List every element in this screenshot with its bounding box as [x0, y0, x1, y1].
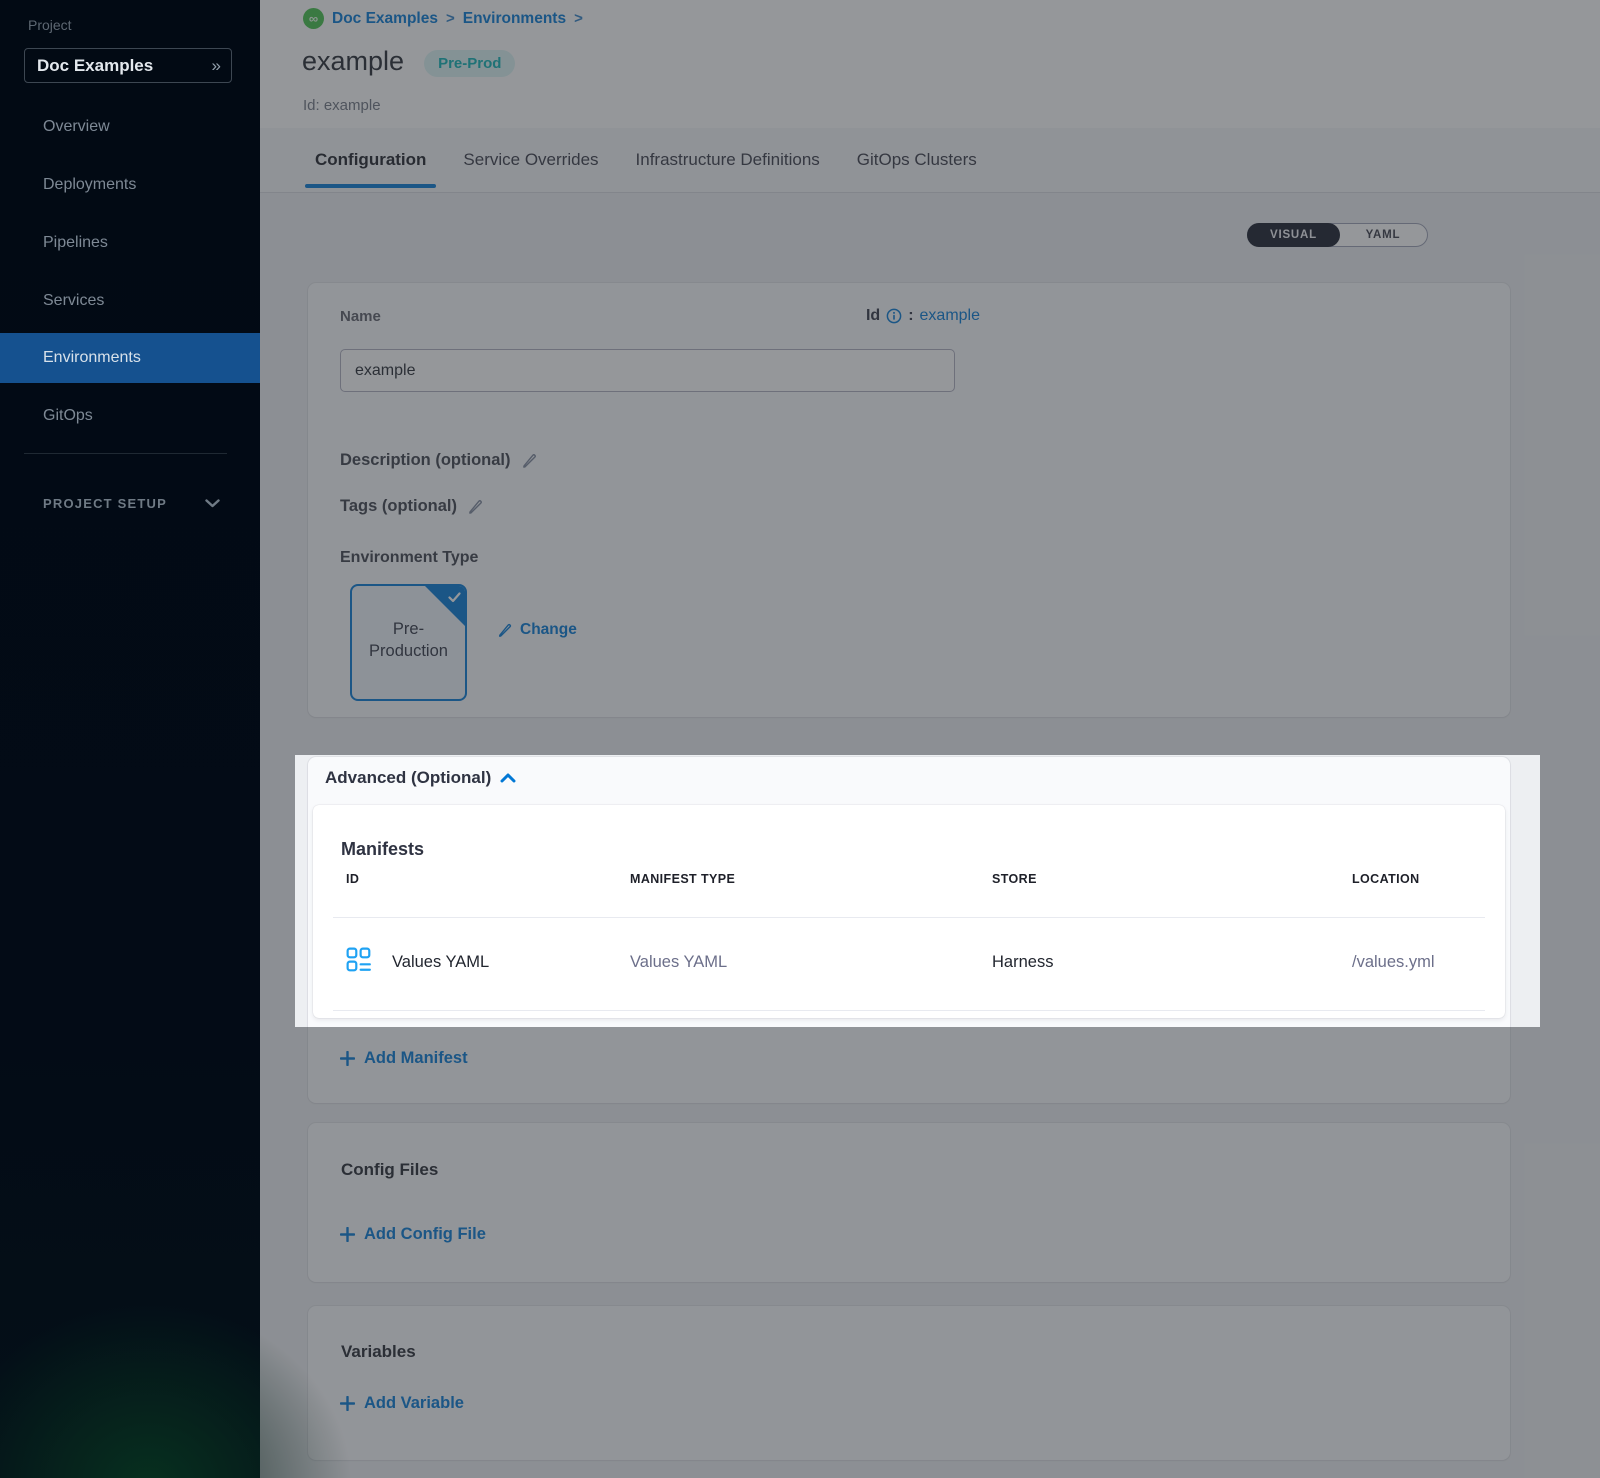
entity-id: Id: example: [303, 97, 381, 114]
name-input[interactable]: [340, 349, 955, 392]
tab-gitops-clusters[interactable]: GitOps Clusters: [847, 128, 987, 193]
page-title: example: [302, 46, 404, 77]
variables-card: Variables Add Variable: [308, 1306, 1510, 1460]
id-colon: :: [908, 307, 913, 325]
sidebar-item-environments[interactable]: Environments: [0, 333, 260, 383]
harness-environment-page: Project Doc Examples » Overview Deployme…: [0, 0, 1600, 1478]
edit-pencil-icon[interactable]: [521, 452, 538, 469]
description-toggle[interactable]: Description (optional): [340, 451, 538, 470]
values-yaml-manifest-icon: [346, 947, 372, 978]
sidebar-project-setup[interactable]: PROJECT SETUP: [0, 487, 260, 519]
sidebar: Project Doc Examples » Overview Deployme…: [0, 0, 260, 1478]
column-header-manifest-type: MANIFEST TYPE: [630, 872, 735, 886]
manifests-panel: Manifests ID MANIFEST TYPE STORE LOCATIO…: [313, 805, 1505, 1018]
id-value-link[interactable]: example: [920, 307, 980, 325]
sidebar-divider: [24, 453, 227, 454]
breadcrumb: ∞ Doc Examples > Environments >: [303, 8, 583, 29]
change-env-type-button[interactable]: Change: [497, 621, 577, 639]
environment-form-card: Name Id : example Description (optional)…: [308, 283, 1510, 717]
manifest-type-cell: Values YAML: [630, 953, 727, 972]
tags-toggle[interactable]: Tags (optional): [340, 497, 484, 516]
manifest-id-cell: Values YAML: [392, 953, 489, 972]
edit-pencil-icon[interactable]: [467, 498, 484, 515]
manifests-title: Manifests: [341, 839, 424, 860]
sidebar-item-gitops[interactable]: GitOps: [0, 391, 260, 441]
visual-yaml-toggle[interactable]: VISUAL YAML: [1247, 223, 1428, 247]
config-files-title: Config Files: [341, 1160, 438, 1180]
manifest-location-cell: /values.yml: [1352, 953, 1435, 972]
project-selector[interactable]: Doc Examples »: [24, 48, 232, 83]
project-name: Doc Examples: [37, 56, 153, 76]
breadcrumb-link-project[interactable]: Doc Examples: [332, 10, 438, 28]
toggle-yaml[interactable]: YAML: [1339, 224, 1427, 246]
tab-configuration[interactable]: Configuration: [305, 128, 436, 193]
sidebar-item-pipelines[interactable]: Pipelines: [0, 218, 260, 268]
column-header-location: LOCATION: [1352, 872, 1420, 886]
advanced-section-card: Advanced (Optional) Manifests ID MANIFES…: [308, 757, 1510, 1103]
table-divider: [333, 1010, 1485, 1011]
config-files-card: Config Files Add Config File: [308, 1123, 1510, 1282]
id-prefix: Id: [866, 307, 880, 325]
toggle-visual[interactable]: VISUAL: [1247, 223, 1340, 247]
plus-icon: [340, 1051, 355, 1066]
name-row: Name Id : example: [340, 307, 980, 325]
breadcrumb-link-environments[interactable]: Environments: [463, 10, 566, 28]
breadcrumb-separator-icon: >: [574, 10, 583, 27]
id-part: Id : example: [866, 307, 980, 325]
name-label: Name: [340, 308, 381, 325]
tab-service-overrides[interactable]: Service Overrides: [453, 128, 608, 193]
env-type-badge: Pre-Prod: [424, 50, 515, 77]
chevron-down-icon: [205, 499, 220, 508]
advanced-section-toggle[interactable]: Advanced (Optional): [325, 768, 516, 788]
chevron-up-icon: [500, 773, 516, 783]
tab-infrastructure-definitions[interactable]: Infrastructure Definitions: [626, 128, 830, 193]
tab-bar: Configuration Service Overrides Infrastr…: [260, 128, 1600, 193]
main-content: ∞ Doc Examples > Environments > example …: [260, 0, 1600, 1478]
environment-type-card[interactable]: Pre-Production: [350, 584, 467, 701]
sidebar-expand-icon[interactable]: »: [212, 56, 219, 76]
column-header-id: ID: [346, 872, 359, 886]
sidebar-item-overview[interactable]: Overview: [0, 102, 260, 152]
manifest-table-row[interactable]: Values YAML Values YAML Harness /values.…: [313, 917, 1505, 1010]
manifest-store-cell: Harness: [992, 953, 1053, 972]
add-manifest-button[interactable]: Add Manifest: [340, 1049, 468, 1068]
plus-icon: [340, 1227, 355, 1242]
project-label: Project: [28, 17, 72, 33]
column-header-store: STORE: [992, 872, 1037, 886]
sidebar-item-services[interactable]: Services: [0, 276, 260, 326]
title-row: example Pre-Prod: [302, 46, 515, 77]
sidebar-item-deployments[interactable]: Deployments: [0, 160, 260, 210]
page-header: ∞ Doc Examples > Environments > example …: [260, 0, 1600, 128]
breadcrumb-separator-icon: >: [446, 10, 455, 27]
info-icon[interactable]: [886, 308, 902, 324]
edit-pencil-icon: [497, 622, 513, 638]
check-icon: [448, 592, 461, 603]
project-logo-icon: ∞: [303, 8, 324, 29]
environment-type-label: Environment Type: [340, 549, 478, 567]
add-config-file-button[interactable]: Add Config File: [340, 1225, 486, 1244]
sidebar-decoration-wave: [0, 1278, 380, 1478]
